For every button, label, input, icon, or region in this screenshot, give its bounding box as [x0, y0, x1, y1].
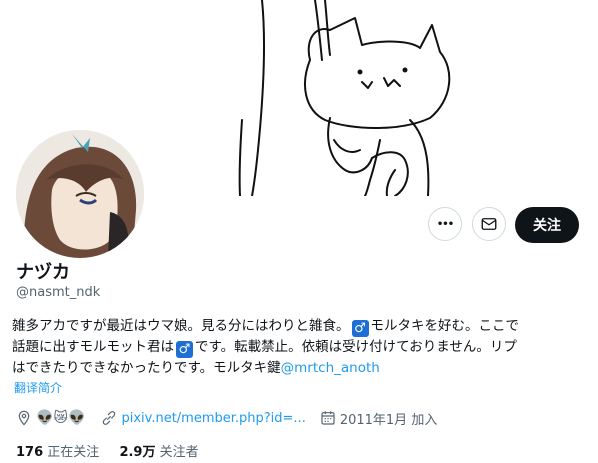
link-icon — [103, 411, 116, 425]
follow-button[interactable]: 关注 — [515, 207, 579, 243]
mail-icon — [481, 218, 497, 230]
profile-avatar[interactable] — [12, 126, 148, 262]
profile-name: ナヅカ — [16, 262, 70, 283]
profile-bio: 雑多アカですが最近はウマ娘。見る分にはわりと雑食。 ♂ モルタキを好む。ここで 話題… — [12, 316, 590, 379]
male-sign-emoji: ♂ — [351, 320, 369, 337]
male-sign-emoji: ♂ — [176, 341, 193, 358]
bio-text: モルタキを好む。ここで — [370, 318, 520, 334]
bio-text: 雑多アカですが最近はウマ娘。見る分にはわりと雑食。 — [12, 318, 350, 334]
more-button[interactable]: ••• — [428, 207, 462, 241]
translate-bio-link[interactable]: 翻译简介 — [14, 379, 62, 396]
joined-date: 2011年1月 加入 — [339, 412, 438, 428]
more-icon: ••• — [436, 218, 454, 230]
following-count: 176 — [16, 445, 44, 460]
following-stat[interactable]: 176 正在关注 — [16, 445, 99, 460]
location-emojis: 👽😿👽 — [36, 410, 86, 426]
website-link[interactable]: pixiv.net/member.php?id=... — [121, 411, 305, 426]
profile-stats: 176 正在关注 2.9万 关注者 — [16, 441, 215, 460]
profile-handle: @nasmt_ndk — [16, 285, 101, 300]
followers-label: 关注者 — [159, 445, 199, 460]
location-icon — [18, 410, 30, 426]
website-item[interactable]: pixiv.net/member.php?id=... — [101, 410, 306, 426]
bio-text: 話題に出すモルモット君は — [12, 339, 174, 355]
bio-mention-link[interactable]: @mrtch_anoth — [281, 360, 380, 376]
followers-count: 2.9万 — [119, 445, 156, 460]
avatar-image — [16, 130, 144, 258]
bio-text: です。転載禁止。依頼は受け付けておりません。リプ — [195, 339, 517, 355]
calendar-icon — [321, 411, 335, 425]
followers-stat[interactable]: 2.9万 关注者 — [119, 445, 198, 460]
profile-meta: 👽😿👽 pixiv.net/member.php?id=... 2011年1月 … — [16, 408, 451, 428]
bio-text: はできたりできなかったりです。モルタキ鍵 — [12, 360, 281, 376]
message-button[interactable] — [472, 207, 506, 241]
joined-item: 2011年1月 加入 — [320, 409, 438, 428]
following-label: 正在关注 — [47, 445, 100, 460]
location-item: 👽😿👽 — [16, 410, 87, 426]
